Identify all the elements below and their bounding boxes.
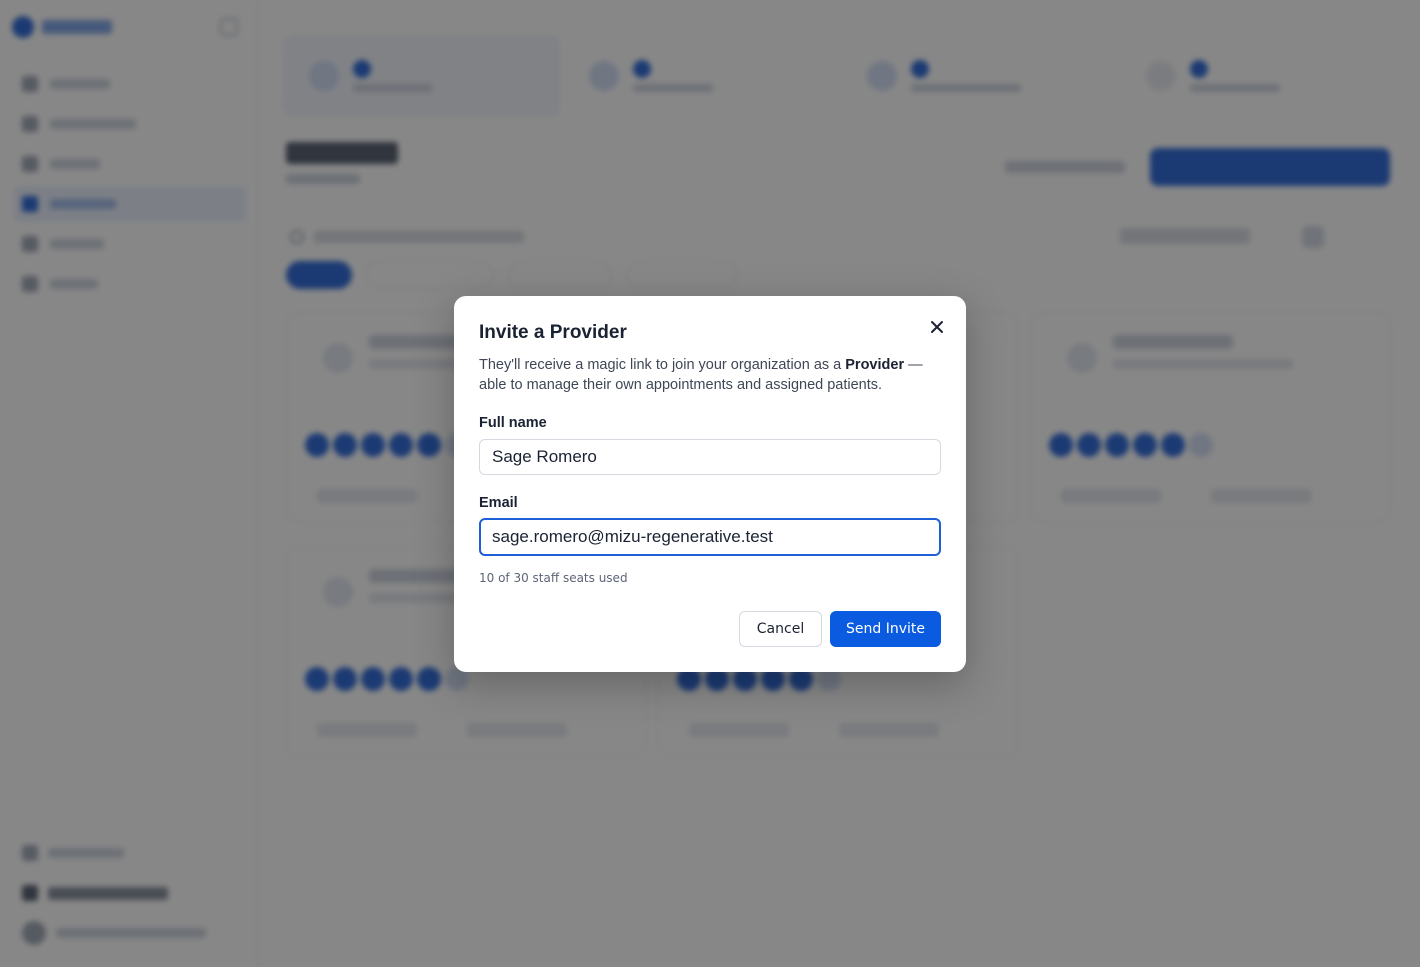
send-invite-button[interactable]: Send Invite — [830, 611, 941, 647]
close-button[interactable] — [926, 316, 948, 338]
close-icon — [931, 321, 943, 333]
dialog-description: They'll receive a magic link to join you… — [479, 355, 945, 395]
staff-seats-usage: 10 of 30 staff seats used — [479, 571, 628, 585]
description-text: They'll receive a magic link to join you… — [479, 357, 846, 373]
description-role: Provider — [845, 357, 905, 373]
full-name-label: Full name — [479, 415, 547, 431]
dialog-title: Invite a Provider — [479, 322, 627, 343]
email-label: Email — [479, 495, 518, 511]
invite-provider-dialog: Invite a Provider They'll receive a magi… — [454, 296, 966, 672]
full-name-input[interactable] — [479, 439, 941, 475]
email-input[interactable] — [479, 518, 941, 556]
cancel-button[interactable]: Cancel — [739, 611, 822, 647]
